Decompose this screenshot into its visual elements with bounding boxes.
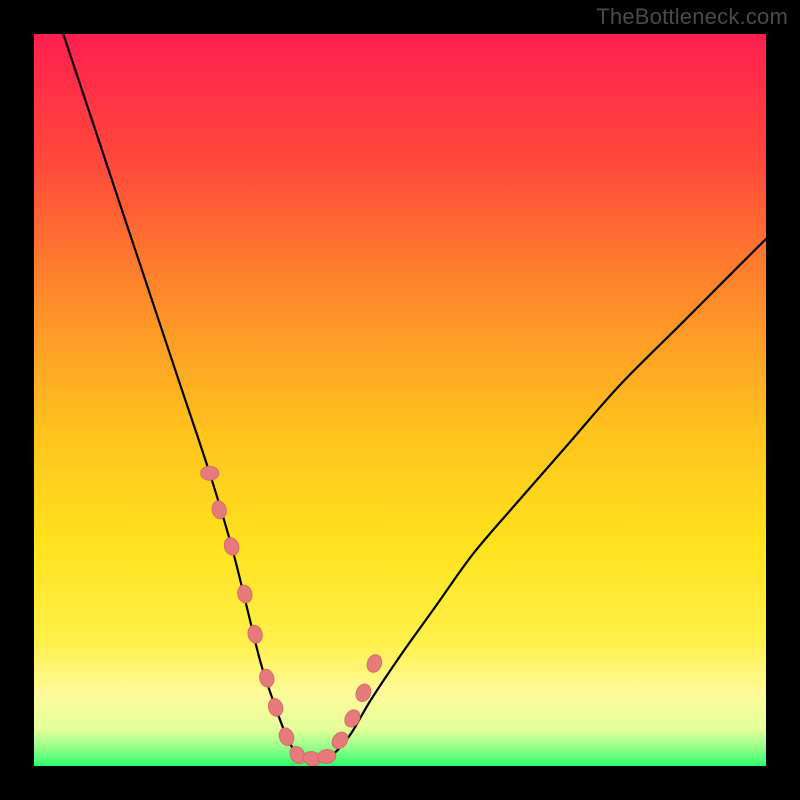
watermark-text: TheBottleneck.com bbox=[596, 4, 788, 30]
plot-svg bbox=[34, 34, 766, 766]
emphasis-dot bbox=[201, 466, 219, 480]
chart-frame: TheBottleneck.com bbox=[0, 0, 800, 800]
plot-area bbox=[34, 34, 766, 766]
